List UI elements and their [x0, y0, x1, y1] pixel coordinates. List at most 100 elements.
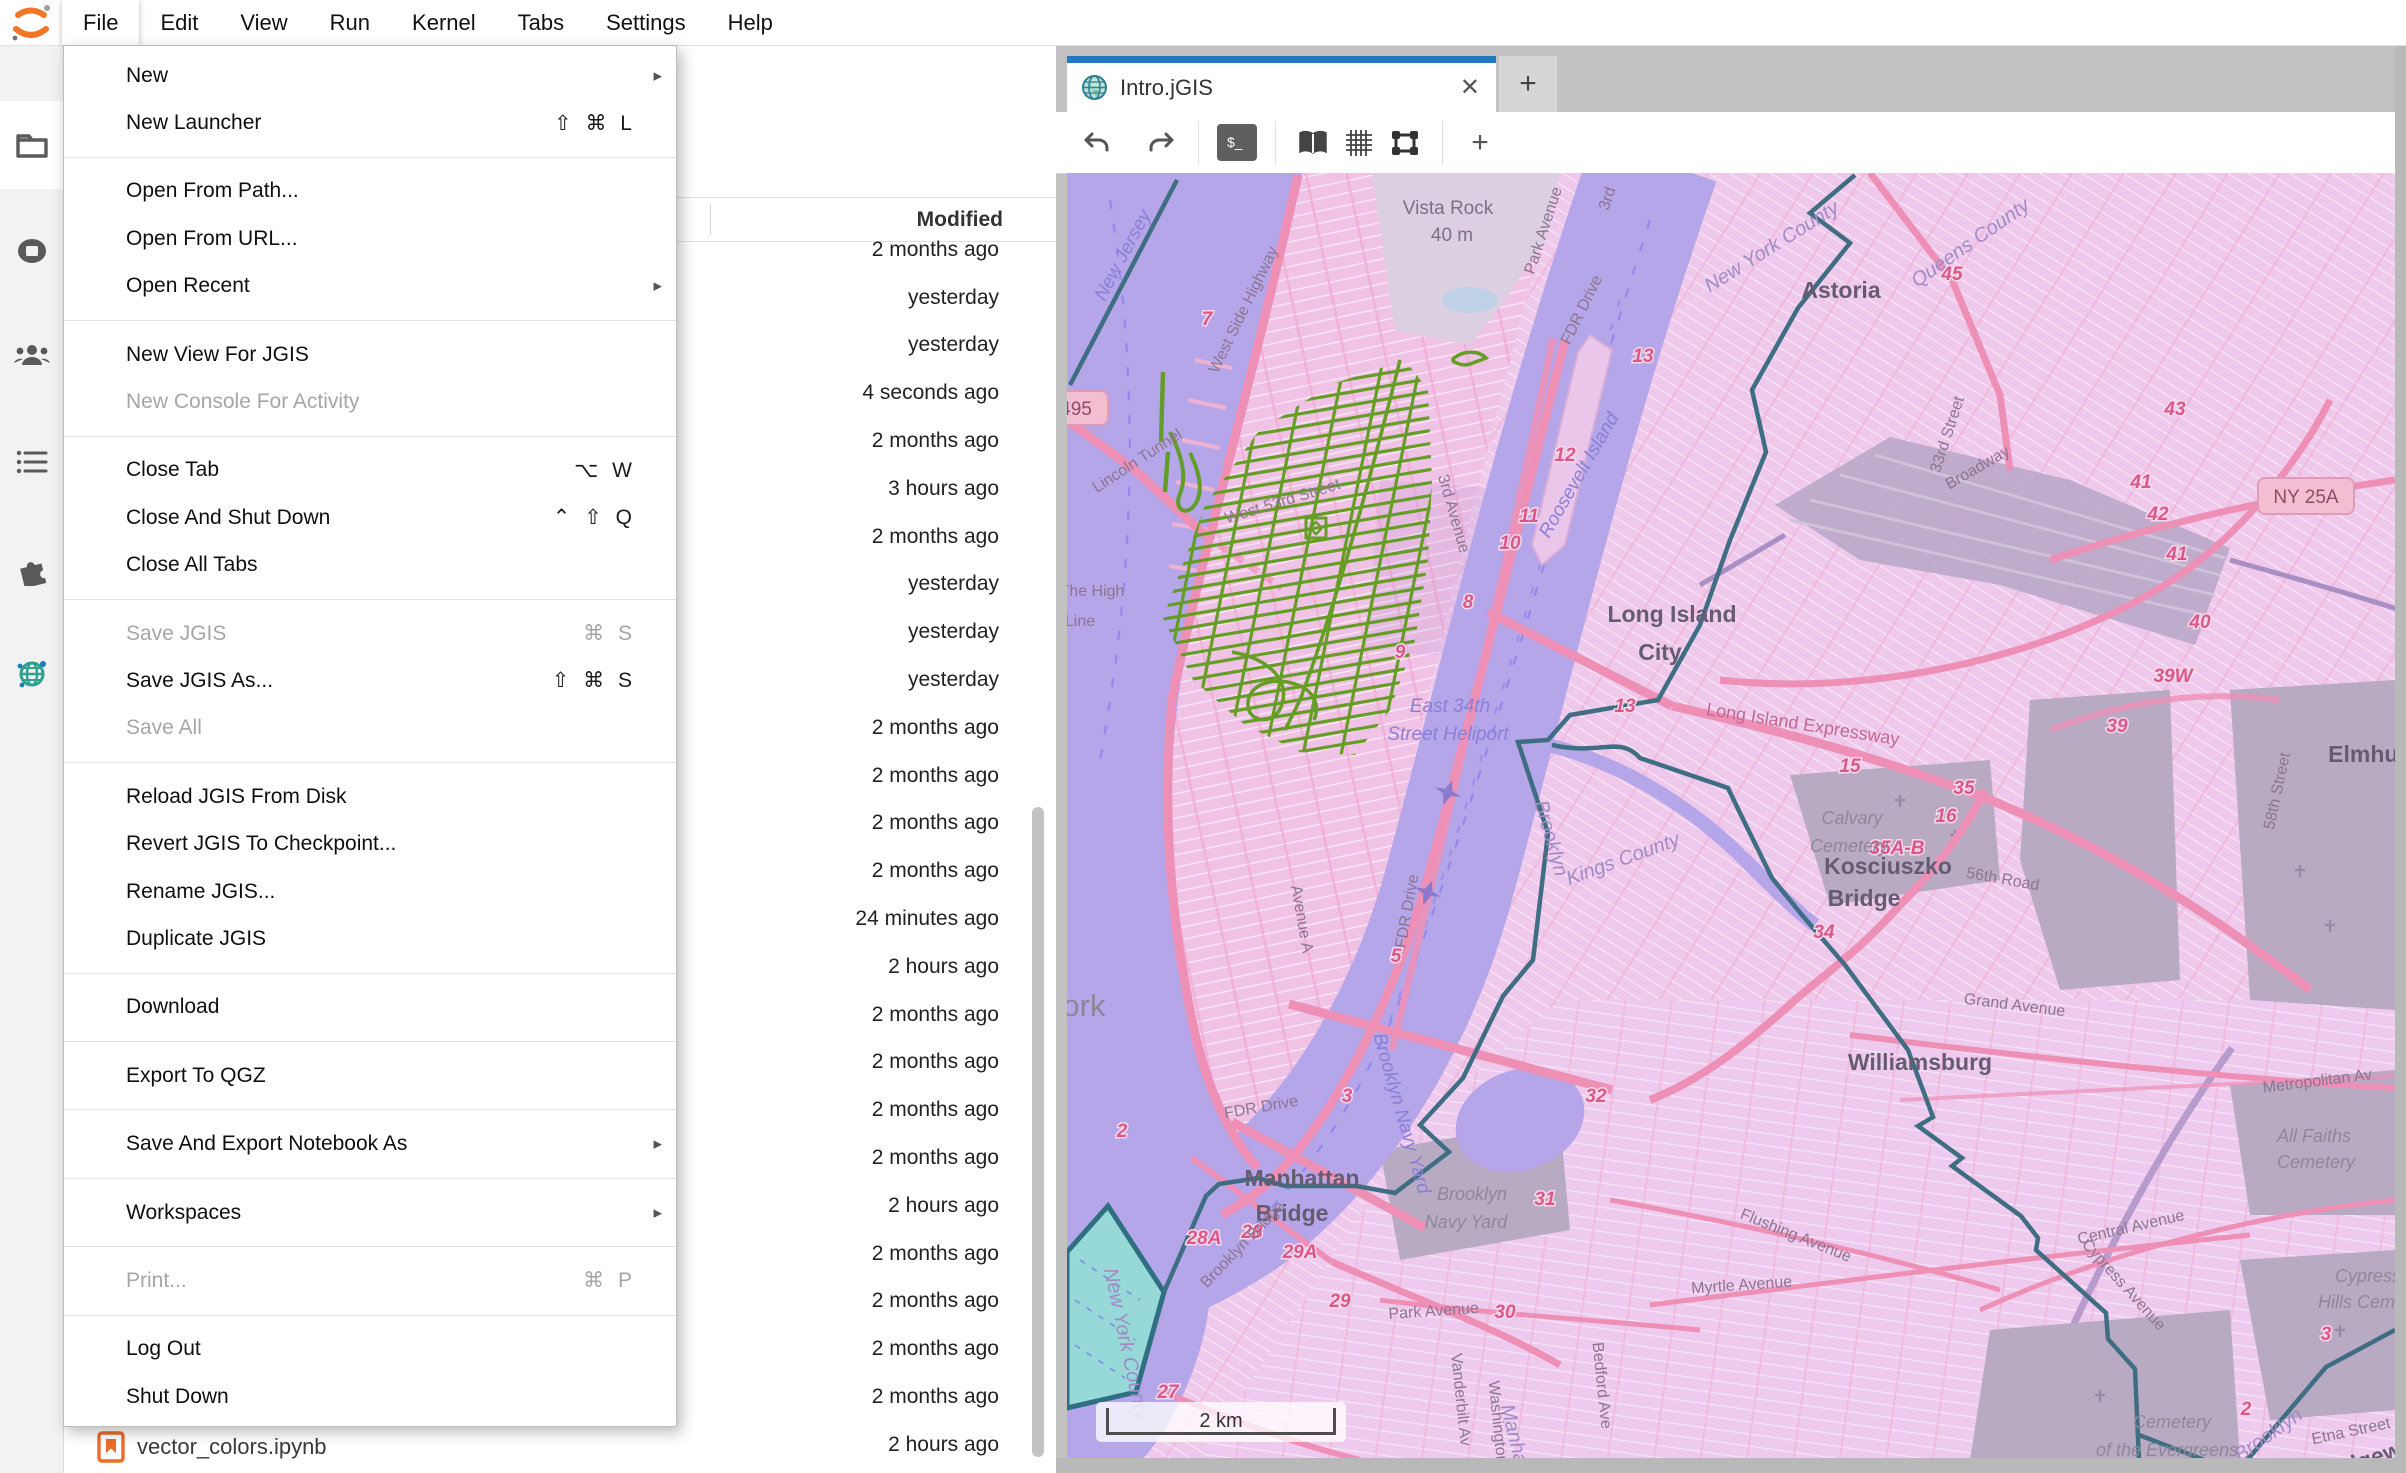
file-list-scrollbar[interactable]: [1032, 807, 1044, 1457]
add-icon[interactable]: +: [1457, 126, 1503, 160]
menubar-item-tabs[interactable]: Tabs: [497, 0, 585, 45]
menubar-item-view[interactable]: View: [219, 0, 308, 45]
sidebar-tab-running-kernels-icon[interactable]: [0, 207, 63, 295]
polygon-select-icon[interactable]: [1382, 121, 1428, 165]
menu-item-new-view-for-jgis[interactable]: New View For JGIS: [64, 331, 676, 378]
dock-tab-bar: Intro.jGIS ✕ +: [1056, 45, 2406, 112]
menu-item-label: Save JGIS: [126, 622, 583, 646]
route-badge-label: 495: [1067, 399, 1092, 420]
menu-item-open-recent[interactable]: Open Recent▸: [64, 263, 676, 310]
menu-item-open-from-path[interactable]: Open From Path...: [64, 168, 676, 215]
route-shield: 39: [2106, 716, 2128, 737]
menubar-item-help[interactable]: Help: [707, 0, 794, 45]
menu-separator: [64, 1315, 676, 1316]
menu-item-close-all-tabs[interactable]: Close All Tabs: [64, 542, 676, 589]
map-label: 40 m: [1431, 225, 1473, 246]
route-shield: 42: [2146, 504, 2169, 525]
map-label: of the Evergreens: [2096, 1440, 2238, 1458]
menu-item-print[interactable]: Print...⌘ P: [64, 1257, 676, 1304]
menu-item-label: Open From Path...: [126, 179, 636, 203]
menubar-item-settings[interactable]: Settings: [585, 0, 707, 45]
sidebar-tab-folder-icon[interactable]: [0, 101, 63, 189]
menu-bar-items: FileEditViewRunKernelTabsSettingsHelp: [62, 0, 794, 45]
map-label: Kosciuszko: [1824, 853, 1952, 879]
menu-item-label: Close All Tabs: [126, 553, 636, 577]
map-scale-bar: 2 km: [1096, 1402, 1346, 1442]
menu-item-shut-down[interactable]: Shut Down: [64, 1373, 676, 1420]
map-label: Cemetery: [2133, 1412, 2212, 1432]
grid-icon[interactable]: [1336, 121, 1382, 165]
menu-item-open-from-url[interactable]: Open From URL...: [64, 215, 676, 262]
route-shield: 41: [2165, 544, 2187, 565]
menu-item-shortcut: ⌥ W: [574, 458, 636, 483]
route-shield: 41: [2129, 472, 2151, 493]
map-label: Manhattan: [1245, 1165, 1360, 1191]
route-shield: 28A: [1186, 1228, 1222, 1249]
menu-item-save-and-export-notebook-as[interactable]: Save And Export Notebook As ▸: [64, 1120, 676, 1167]
sidebar-tab-extensions-puzzle-icon[interactable]: [0, 527, 63, 615]
route-shield: 3: [1342, 1086, 1353, 1107]
map-label: Cemetery: [1810, 836, 1889, 856]
map-viewport[interactable]: NY 25A495 434142414039W39451312111013153…: [1067, 173, 2395, 1458]
menu-item-label: Log Out: [126, 1337, 636, 1361]
menu-item-save-jgis-as[interactable]: Save JGIS As...⇧ ⌘ S: [64, 657, 676, 704]
menu-item-label: Rename JGIS...: [126, 880, 636, 904]
menu-item-shortcut: ⇧ ⌘ L: [554, 111, 636, 136]
menu-item-duplicate-jgis[interactable]: Duplicate JGIS: [64, 915, 676, 962]
menu-item-reload-jgis-from-disk[interactable]: Reload JGIS From Disk: [64, 773, 676, 820]
map-label: Bridge: [1828, 885, 1901, 911]
menubar-item-run[interactable]: Run: [309, 0, 391, 45]
tab-close-icon[interactable]: ✕: [1460, 73, 1480, 102]
map-label: Long Island: [1607, 601, 1736, 627]
jupyter-logo-icon[interactable]: [0, 0, 62, 45]
route-shield: 31: [1534, 1189, 1555, 1210]
menubar-item-file[interactable]: File: [62, 0, 139, 45]
route-shield: 2: [1116, 1121, 1128, 1142]
sidebar-tab-table-of-contents-icon[interactable]: [0, 418, 63, 506]
menu-item-log-out[interactable]: Log Out: [64, 1326, 676, 1373]
route-shield: 40: [2188, 612, 2211, 633]
menu-item-export-to-qgz[interactable]: Export To QGZ: [64, 1052, 676, 1099]
file-row-vector-colors[interactable]: vector_colors.ipynb: [63, 1423, 1056, 1471]
menu-item-download[interactable]: Download: [64, 984, 676, 1031]
menu-item-label: Save And Export Notebook As: [126, 1132, 636, 1156]
sidebar-tab-jgis-globe-icon[interactable]: [0, 630, 63, 718]
menu-item-label: Save All: [126, 716, 636, 740]
menu-separator: [64, 762, 676, 763]
menu-item-revert-jgis-to-checkpoint[interactable]: Revert JGIS To Checkpoint...: [64, 820, 676, 867]
menubar-item-kernel[interactable]: Kernel: [391, 0, 497, 45]
sidebar-tab-collaboration-users-icon[interactable]: [0, 312, 63, 400]
menu-separator: [64, 1041, 676, 1042]
menu-item-save-jgis[interactable]: Save JGIS⌘ S: [64, 610, 676, 657]
menu-item-close-and-shut-down[interactable]: Close And Shut Down⌃ ⇧ Q: [64, 494, 676, 541]
menu-item-rename-jgis[interactable]: Rename JGIS...: [64, 868, 676, 915]
submenu-arrow-icon: ▸: [653, 1134, 662, 1154]
left-activity-sidebar: [0, 45, 64, 1473]
redo-icon[interactable]: [1138, 121, 1184, 165]
menu-separator: [64, 436, 676, 437]
map-canvas[interactable]: NY 25A495 434142414039W39451312111013153…: [1067, 173, 2395, 1458]
menu-item-save-all[interactable]: Save All: [64, 705, 676, 752]
console-icon[interactable]: $_: [1217, 124, 1257, 161]
undo-icon[interactable]: [1074, 121, 1120, 165]
file-name: vector_colors.ipynb: [137, 1434, 327, 1460]
menubar-item-edit[interactable]: Edit: [139, 0, 219, 45]
menu-item-close-tab[interactable]: Close Tab⌥ W: [64, 447, 676, 494]
tab-intro-jgis[interactable]: Intro.jGIS ✕: [1067, 56, 1496, 112]
book-icon[interactable]: [1290, 121, 1336, 165]
route-shield: 7: [1202, 309, 1214, 330]
menu-item-new-launcher[interactable]: New Launcher⇧ ⌘ L: [64, 99, 676, 146]
route-shield: 2: [2240, 1399, 2252, 1420]
menu-separator: [64, 157, 676, 158]
menu-item-new-console-for-activity[interactable]: New Console For Activity: [64, 378, 676, 425]
menu-item-new[interactable]: New▸: [64, 52, 676, 99]
submenu-arrow-icon: ▸: [653, 276, 662, 296]
toolbar-separator: [1275, 121, 1276, 165]
svg-text:$_: $_: [1227, 134, 1243, 150]
menu-item-label: Save JGIS As...: [126, 669, 552, 693]
map-label: Street Heliport: [1387, 724, 1509, 745]
new-tab-button[interactable]: +: [1499, 56, 1557, 112]
menu-item-workspaces[interactable]: Workspaces▸: [64, 1189, 676, 1236]
menu-item-label: Workspaces: [126, 1201, 636, 1225]
menu-separator: [64, 1178, 676, 1179]
